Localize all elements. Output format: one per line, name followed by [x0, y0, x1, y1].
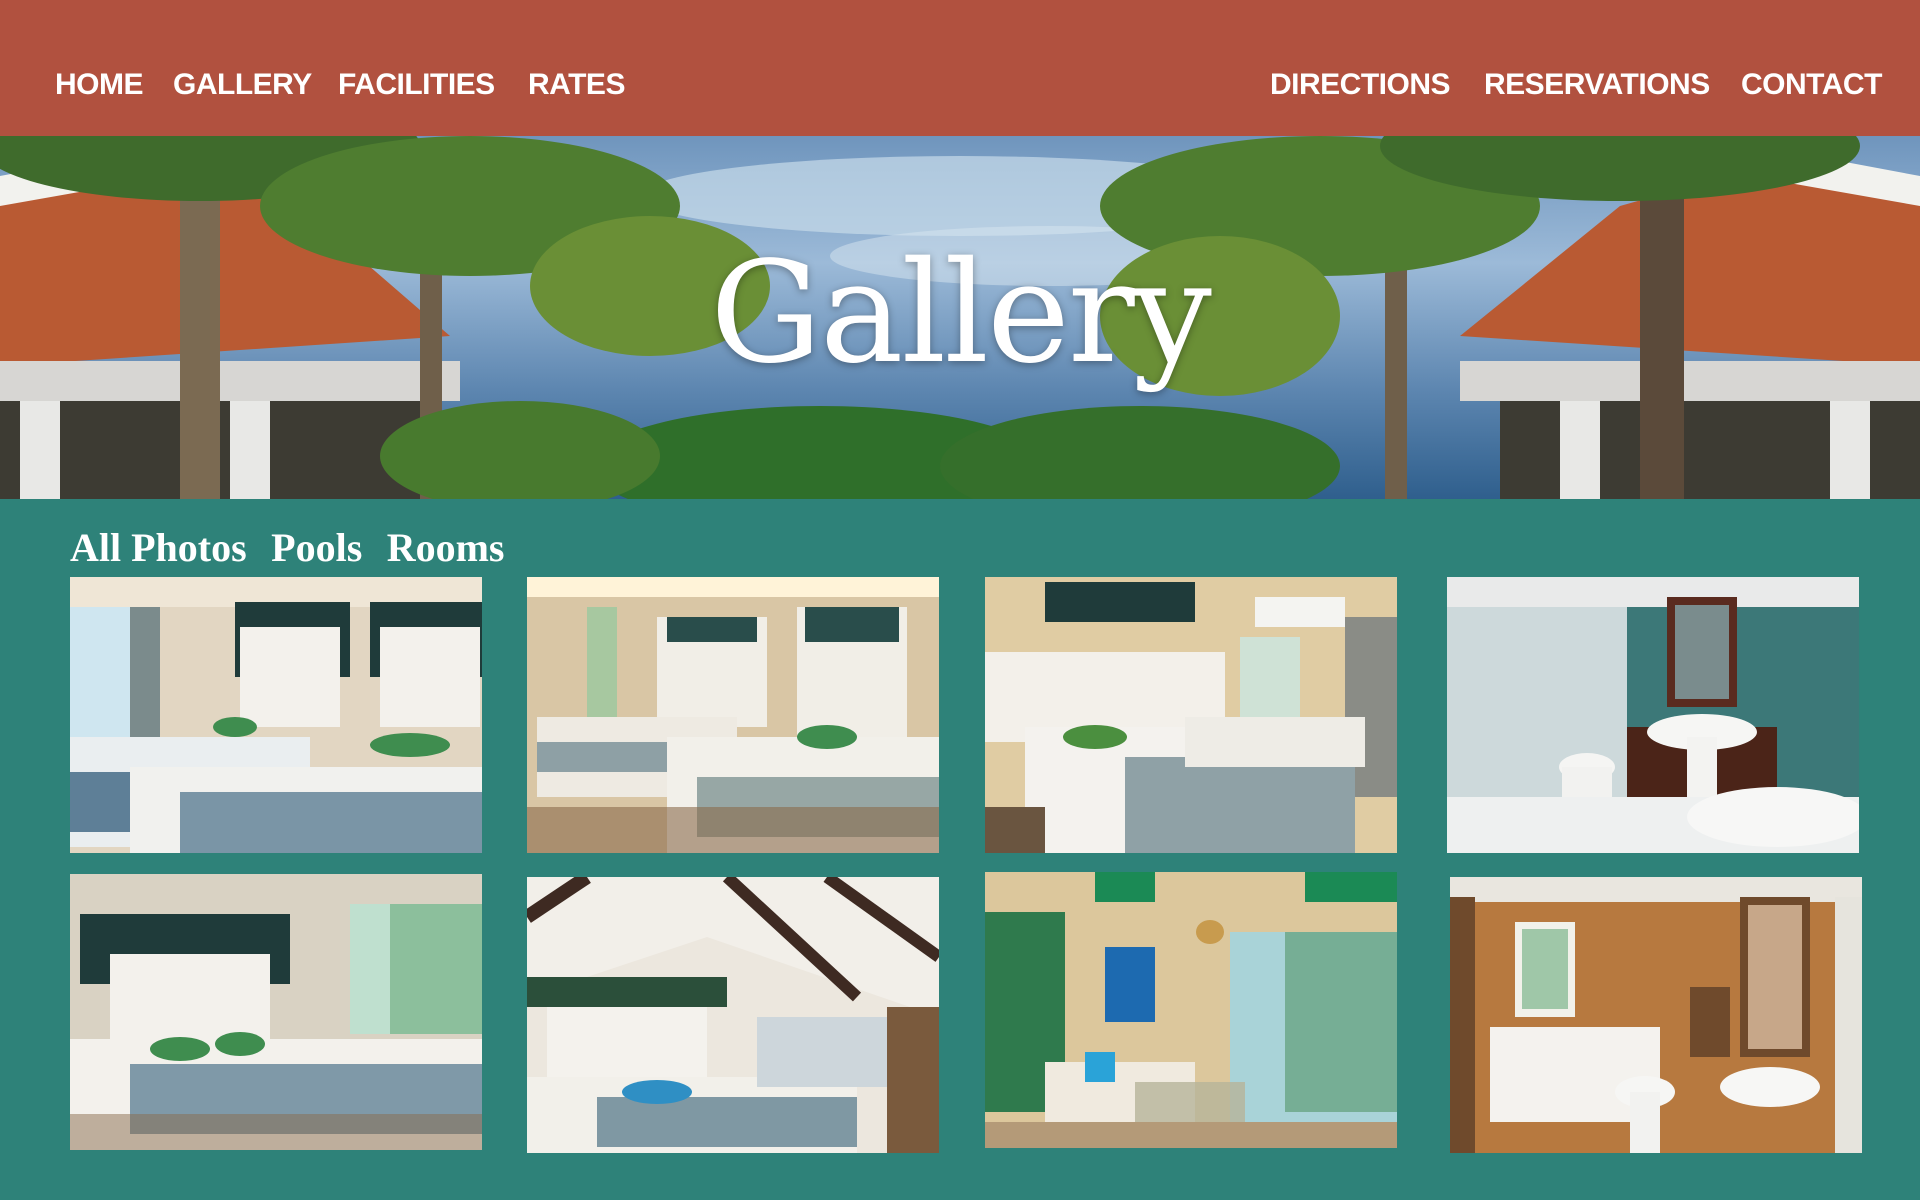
- nav-reservations[interactable]: RESERVATIONS: [1484, 68, 1710, 102]
- gallery-filter-tabs: All Photos Pools Rooms: [70, 524, 525, 574]
- gallery-photo-double-room[interactable]: [527, 577, 939, 853]
- deluxe-twin-image: [985, 577, 1397, 853]
- nav-contact[interactable]: CONTACT: [1741, 68, 1882, 102]
- gallery-photo-bathroom-tan[interactable]: [1450, 877, 1862, 1153]
- attic-room-image: [527, 877, 939, 1153]
- top-nav: HOME GALLERY FACILITIES RATES DIRECTIONS…: [0, 0, 1920, 136]
- filter-all-photos[interactable]: All Photos: [70, 525, 247, 570]
- filter-pools[interactable]: Pools: [271, 525, 362, 570]
- nav-home[interactable]: HOME: [55, 68, 144, 102]
- tan-bathroom-image: [1450, 877, 1862, 1153]
- double-room-image: [527, 577, 939, 853]
- gallery-photo-deluxe-twin[interactable]: [985, 577, 1397, 853]
- gallery-photo-bathroom-teal[interactable]: [1447, 577, 1859, 853]
- king-room-image: [70, 874, 482, 1150]
- living-area-image: [985, 872, 1397, 1148]
- gallery-photo-twin-room[interactable]: [70, 577, 482, 853]
- page-title: Gallery: [710, 232, 1212, 395]
- teal-bathroom-image: [1447, 577, 1859, 853]
- hero-banner: Gallery: [0, 136, 1920, 499]
- twin-room-image: [70, 577, 482, 853]
- gallery-photo-attic-room[interactable]: [527, 877, 939, 1153]
- nav-facilities[interactable]: FACILITIES: [338, 68, 495, 102]
- nav-directions[interactable]: DIRECTIONS: [1270, 68, 1451, 102]
- nav-rates[interactable]: RATES: [528, 68, 625, 102]
- filter-rooms[interactable]: Rooms: [387, 525, 505, 570]
- nav-gallery[interactable]: GALLERY: [173, 68, 312, 102]
- gallery-photo-living-area[interactable]: [985, 872, 1397, 1148]
- gallery-photo-king-room[interactable]: [70, 874, 482, 1150]
